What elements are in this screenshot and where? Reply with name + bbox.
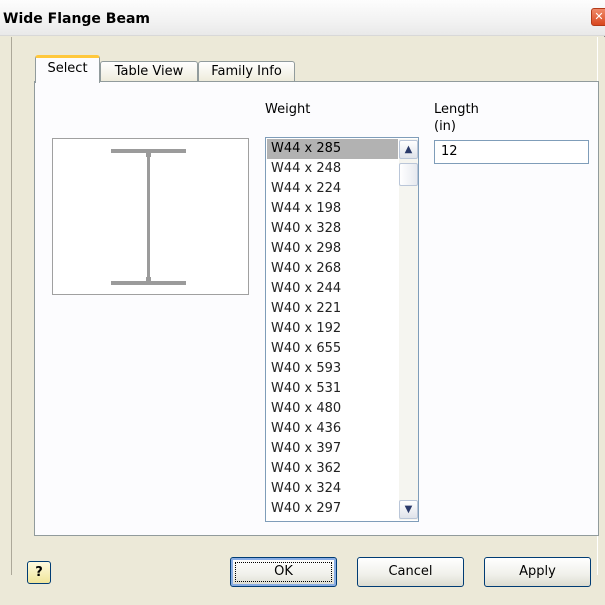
apply-button[interactable]: Apply xyxy=(484,557,591,587)
close-icon: ✕ xyxy=(594,10,604,23)
weight-list-item[interactable]: W44 x 224 xyxy=(267,179,398,199)
weight-list-item[interactable]: W40 x 480 xyxy=(267,399,398,419)
weight-list-item[interactable]: W40 x 192 xyxy=(267,319,398,339)
chevron-up-icon: ▲ xyxy=(404,144,413,155)
weight-list-item[interactable]: W40 x 298 xyxy=(267,239,398,259)
weight-list-item[interactable]: W44 x 198 xyxy=(267,199,398,219)
length-unit-label: (in) xyxy=(434,119,456,134)
weight-listbox[interactable]: W44 x 285 W44 x 248 W44 x 224 W44 x 198 W40 … xyxy=(265,137,419,522)
weight-list-item[interactable]: W40 x 221 xyxy=(267,299,398,319)
length-input[interactable]: 12 xyxy=(434,140,589,164)
weight-list-item[interactable]: W40 x 397 xyxy=(267,439,398,459)
tab-select-label: Select xyxy=(47,61,88,76)
weight-list-item[interactable]: W40 x 244 xyxy=(267,279,398,299)
cancel-button-label: Cancel xyxy=(388,564,433,579)
title-bar[interactable]: Wide Flange Beam ✕ xyxy=(0,0,605,36)
weight-list-items: W44 x 285 W44 x 248 W44 x 224 W44 x 198 W40 … xyxy=(267,139,398,520)
weight-list-item[interactable]: W44 x 285 xyxy=(267,139,398,159)
tab-family-info[interactable]: Family Info xyxy=(198,61,295,83)
scroll-thumb[interactable] xyxy=(399,163,418,186)
focus-indicator xyxy=(235,562,332,582)
tab-table-view-label: Table View xyxy=(114,64,184,79)
beam-preview xyxy=(52,138,249,295)
weight-list-item[interactable]: W40 x 436 xyxy=(267,419,398,439)
tab-select[interactable]: Select xyxy=(35,55,100,83)
ok-button[interactable]: OK xyxy=(230,557,337,587)
scroll-up-button[interactable]: ▲ xyxy=(399,140,418,159)
scroll-down-button[interactable]: ▼ xyxy=(399,500,418,519)
apply-button-label: Apply xyxy=(519,564,556,579)
weight-list-item[interactable]: W40 x 328 xyxy=(267,219,398,239)
i-beam-icon xyxy=(111,149,186,285)
weight-list-item[interactable]: W40 x 297 xyxy=(267,499,398,519)
weight-label: Weight xyxy=(265,102,311,117)
close-button[interactable]: ✕ xyxy=(591,8,605,26)
tab-family-info-label: Family Info xyxy=(211,64,282,79)
weight-list-item[interactable]: W40 x 531 xyxy=(267,379,398,399)
help-button[interactable]: ? xyxy=(27,561,51,584)
length-label: Length xyxy=(434,102,479,117)
weight-list-item[interactable]: W44 x 248 xyxy=(267,159,398,179)
wide-flange-beam-dialog: Wide Flange Beam ✕ Select Table View Fam… xyxy=(0,0,605,605)
weight-list-item[interactable]: W40 x 268 xyxy=(267,259,398,279)
weight-scrollbar[interactable]: ▲ ▼ xyxy=(399,139,418,520)
weight-list-item[interactable]: W40 x 324 xyxy=(267,479,398,499)
tab-table-view[interactable]: Table View xyxy=(100,61,198,83)
weight-list-item[interactable]: W40 x 593 xyxy=(267,359,398,379)
chevron-down-icon: ▼ xyxy=(404,504,413,515)
dialog-title: Wide Flange Beam xyxy=(3,11,150,27)
help-icon: ? xyxy=(35,565,43,580)
weight-list-item[interactable]: W40 x 655 xyxy=(267,339,398,359)
cancel-button[interactable]: Cancel xyxy=(357,557,464,587)
weight-list-item[interactable]: W40 x 362 xyxy=(267,459,398,479)
